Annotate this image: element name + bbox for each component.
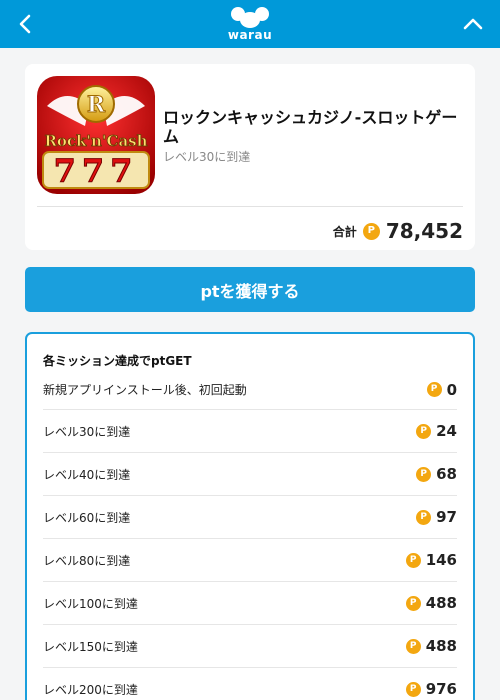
missions-panel: 各ミッション達成でptGET 新規アプリインストール後、初回起動 P 0 レベル… [25, 332, 475, 700]
mission-item: レベル30に到達 P 24 [43, 410, 457, 453]
app-subtitle: レベル30に到達 [163, 150, 251, 164]
mission-item: 新規アプリインストール後、初回起動 P 0 [43, 370, 457, 410]
mission-points: P 976 [405, 680, 457, 698]
mission-points-value: 0 [446, 380, 457, 399]
get-points-button[interactable]: ptを獲得する [25, 267, 475, 312]
app-title: ロックンキャッシュカジノ-スロットゲーム [163, 108, 458, 146]
mission-points: P 68 [416, 465, 457, 483]
total-points: 合計 P 78,452 [333, 216, 463, 246]
point-coin-icon: P [426, 382, 442, 397]
mission-list: 新規アプリインストール後、初回起動 P 0 レベル30に到達 P 24 レベル4… [43, 370, 457, 700]
mouse-logo-icon [231, 7, 269, 28]
collapse-button[interactable] [458, 8, 488, 40]
mission-points: P 24 [416, 422, 457, 440]
total-value: 78,452 [385, 219, 463, 243]
mission-points-value: 24 [436, 422, 457, 440]
mission-points: P 146 [405, 551, 457, 569]
mission-item: レベル150に到達 P 488 [43, 625, 457, 668]
point-coin-icon: P [405, 595, 421, 611]
mission-points: P 488 [405, 637, 457, 655]
mission-points: P 488 [405, 594, 457, 612]
mission-label: レベル60に到達 [43, 510, 131, 525]
mission-item: レベル60に到達 P 97 [43, 496, 457, 539]
top-bar: warau [0, 0, 500, 48]
mission-points-value: 976 [425, 680, 457, 698]
mission-label: 新規アプリインストール後、初回起動 [43, 383, 247, 397]
point-coin-icon: P [405, 552, 421, 568]
app-icon-sevens: 777 [54, 152, 139, 190]
point-coin-icon: P [405, 638, 421, 654]
point-coin-icon: P [416, 423, 432, 439]
chevron-left-icon [19, 14, 31, 34]
mission-points-value: 488 [425, 637, 457, 655]
mission-label: レベル30に到達 [43, 424, 131, 439]
mission-item: レベル40に到達 P 68 [43, 453, 457, 496]
point-coin-icon: P [416, 466, 432, 482]
point-coin-icon: P [362, 222, 380, 240]
mission-label: レベル150に到達 [43, 639, 138, 654]
mission-points: P 0 [426, 380, 457, 399]
app-info-card: R Rock'n'Cash 777 ロックンキャッシュカジノ-スロットゲーム レ… [25, 64, 475, 250]
app-icon-wordmark: Rock'n'Cash [44, 132, 147, 150]
mission-points-value: 146 [425, 551, 457, 569]
warau-logo[interactable]: warau [220, 6, 280, 42]
mission-item: レベル80に到達 P 146 [43, 539, 457, 582]
mission-label: レベル100に到達 [43, 596, 138, 611]
chevron-up-icon [463, 18, 483, 30]
logo-text: warau [227, 28, 273, 42]
total-label: 合計 [332, 224, 357, 239]
mission-item: レベル200に到達 P 976 [43, 668, 457, 700]
app-icon: R Rock'n'Cash 777 [37, 76, 155, 194]
mission-points-value: 97 [436, 508, 457, 526]
mission-label: レベル200に到達 [43, 682, 138, 697]
point-coin-icon: P [416, 509, 432, 525]
mission-label: レベル40に到達 [43, 467, 131, 482]
back-button[interactable] [10, 8, 40, 40]
mission-label: レベル80に到達 [43, 553, 131, 568]
divider [37, 206, 463, 207]
mission-points-value: 488 [425, 594, 457, 612]
mission-points: P 97 [416, 508, 457, 526]
mission-item: レベル100に到達 P 488 [43, 582, 457, 625]
point-coin-icon: P [405, 681, 421, 697]
missions-heading: 各ミッション達成でptGET [43, 354, 192, 368]
mission-points-value: 68 [436, 465, 457, 483]
app-icon-badge: R [87, 92, 106, 118]
